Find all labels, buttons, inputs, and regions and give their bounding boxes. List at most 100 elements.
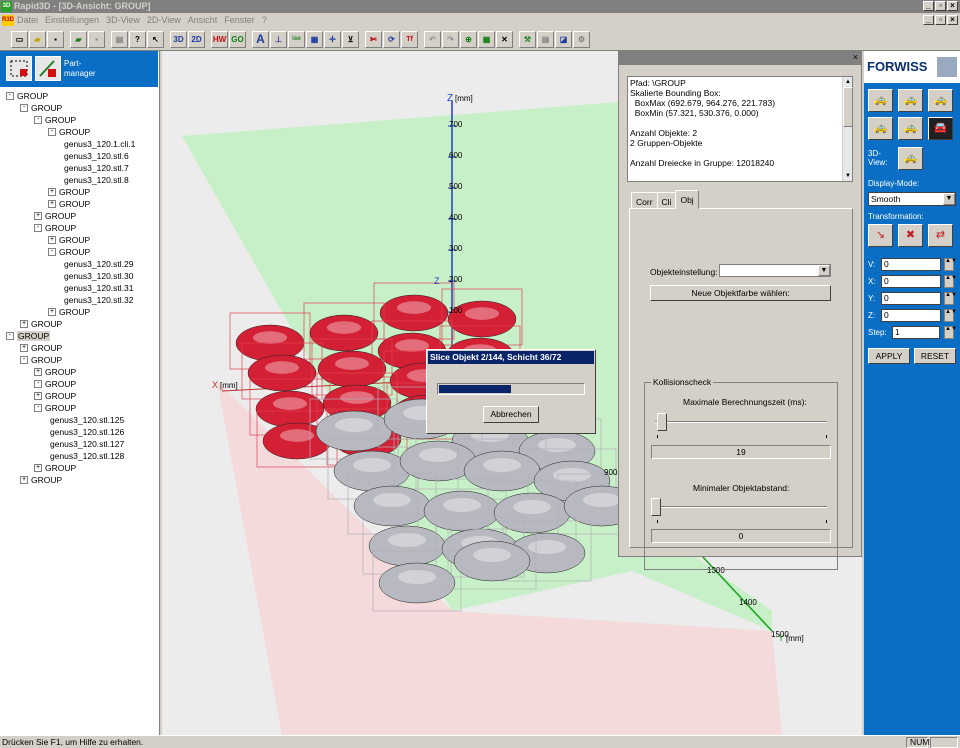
max-zeit-slider[interactable] — [657, 413, 667, 431]
field-input[interactable]: 0 — [881, 258, 941, 271]
iso-view-button[interactable]: iso — [288, 31, 305, 48]
tools-icon[interactable]: ⚒ — [519, 31, 536, 48]
expand-icon[interactable]: + — [20, 343, 28, 352]
menu-fenster[interactable]: Fenster — [224, 15, 255, 25]
text-tool-button[interactable]: A — [252, 31, 269, 48]
tree-item[interactable]: + GROUP — [20, 473, 62, 485]
export-icon[interactable]: ▪ — [88, 31, 105, 48]
tab-obj[interactable]: Obj — [675, 190, 699, 209]
tree-item[interactable]: - GROUP — [34, 221, 76, 233]
tree-item[interactable]: genus3_120.stl.128 — [50, 449, 124, 461]
tree-item[interactable]: - GROUP — [6, 329, 51, 341]
mdi-restore-button[interactable]: ▫ — [935, 15, 946, 25]
settings-icon[interactable]: ⚙ — [573, 31, 590, 48]
collapse-icon[interactable]: - — [34, 223, 42, 232]
tree-item[interactable]: + GROUP — [34, 389, 76, 401]
tree-item[interactable]: genus3_120.stl.30 — [64, 269, 133, 281]
tree-item[interactable]: genus3_120.stl.31 — [64, 281, 133, 293]
view-iso-icon[interactable]: 🚕 — [898, 147, 923, 170]
tree-item[interactable]: + GROUP — [20, 317, 62, 329]
close-button[interactable]: × — [947, 1, 958, 11]
tree-item[interactable]: - GROUP — [34, 113, 76, 125]
align-icon[interactable]: ⊻ — [342, 31, 359, 48]
save-icon[interactable]: ▪ — [47, 31, 64, 48]
delete-icon[interactable]: ✕ — [496, 31, 513, 48]
scale-icon[interactable]: ⇄ — [928, 224, 953, 247]
menu-einstellungen[interactable]: Einstellungen — [45, 15, 99, 25]
expand-icon[interactable]: + — [48, 235, 56, 244]
scroll-thumb[interactable] — [843, 87, 853, 127]
apply-button[interactable]: APPLY — [868, 348, 910, 364]
tree-item[interactable]: genus3_120.stl.8 — [64, 173, 129, 185]
tree-item[interactable]: + GROUP — [34, 209, 76, 221]
tree-item[interactable]: - GROUP — [6, 89, 48, 101]
tree-item[interactable]: genus3_120.stl.126 — [50, 425, 124, 437]
collapse-icon[interactable]: - — [6, 331, 14, 340]
tree-item[interactable]: + GROUP — [34, 461, 76, 473]
view-front-icon[interactable]: 🚕 — [868, 89, 893, 112]
neue-objektfarbe-button[interactable]: Neue Objektfarbe wählen: — [650, 285, 831, 301]
menu-datei[interactable]: Datei — [17, 15, 38, 25]
expand-icon[interactable]: + — [34, 211, 42, 220]
tree-item[interactable]: genus3_120.stl.6 — [64, 149, 129, 161]
expand-icon[interactable]: + — [48, 307, 56, 316]
expand-icon[interactable]: + — [20, 475, 28, 484]
hw-button[interactable]: HW — [211, 31, 228, 48]
spin-arrows-icon[interactable]: ▲▼ — [944, 326, 957, 339]
transform-icon[interactable]: ⟳ — [383, 31, 400, 48]
rotate-icon[interactable]: ✖ — [898, 224, 923, 247]
collapse-icon[interactable]: - — [48, 247, 56, 256]
measure-icon[interactable]: ⊥ — [270, 31, 287, 48]
layers-icon[interactable]: ▦ — [306, 31, 323, 48]
new-file-icon[interactable]: ▭ — [11, 31, 28, 48]
view-top-icon[interactable]: 🚕 — [928, 89, 953, 112]
tab-corr[interactable]: Corr — [631, 192, 658, 209]
tree-item[interactable]: + GROUP — [34, 365, 76, 377]
expand-icon[interactable]: + — [34, 391, 42, 400]
scroll-up-icon[interactable]: ▲ — [843, 77, 853, 87]
tree-item[interactable]: genus3_120.stl.32 — [64, 293, 133, 305]
chevron-down-icon[interactable]: ▼ — [818, 265, 830, 276]
field-input[interactable]: 0 — [881, 309, 941, 322]
objekteinstellung-select[interactable]: ▼ — [719, 264, 831, 277]
expand-icon[interactable]: + — [48, 199, 56, 208]
cut-icon[interactable]: ✄ — [365, 31, 382, 48]
redo-icon[interactable]: ↷ — [442, 31, 459, 48]
table-icon[interactable]: ▤ — [537, 31, 554, 48]
min-abstand-slider[interactable] — [651, 498, 661, 516]
collapse-icon[interactable]: - — [48, 127, 56, 136]
view-2d-button[interactable]: 2D — [188, 31, 205, 48]
collapse-icon[interactable]: - — [34, 115, 42, 124]
tab-cli[interactable]: Cli — [656, 192, 677, 209]
chevron-down-icon[interactable]: ▼ — [943, 193, 955, 205]
view-3d-button[interactable]: 3D — [170, 31, 187, 48]
spin-arrows-icon[interactable]: ▲▼ — [944, 275, 957, 288]
collapse-icon[interactable]: - — [34, 403, 42, 412]
tree-item[interactable]: - GROUP — [34, 401, 76, 413]
move-icon[interactable]: ✛ — [324, 31, 341, 48]
help-icon[interactable]: ? — [129, 31, 146, 48]
text-format-button[interactable]: Tf — [401, 31, 418, 48]
slice-icon[interactable]: ◪ — [555, 31, 572, 48]
spin-arrows-icon[interactable]: ▲▼ — [944, 309, 957, 322]
tree-item[interactable]: - GROUP — [20, 353, 62, 365]
tree-item[interactable]: - GROUP — [48, 125, 90, 137]
view-bottom-icon[interactable]: 🚘 — [928, 117, 953, 140]
tree-item[interactable]: + GROUP — [48, 197, 90, 209]
spin-arrows-icon[interactable]: ▲▼ — [944, 292, 957, 305]
collapse-icon[interactable]: - — [20, 103, 28, 112]
view-back-icon[interactable]: 🚕 — [868, 117, 893, 140]
select-parts-icon[interactable] — [6, 56, 32, 81]
spin-arrows-icon[interactable]: ▲▼ — [944, 258, 957, 271]
open-folder-icon[interactable]: ▰ — [29, 31, 46, 48]
tree-item[interactable]: genus3_120.stl.127 — [50, 437, 124, 449]
expand-icon[interactable]: + — [34, 367, 42, 376]
collapse-icon[interactable]: - — [6, 91, 14, 100]
go-button[interactable]: GO — [229, 31, 246, 48]
tree-item[interactable]: genus3_120.stl.29 — [64, 257, 133, 269]
tree-item[interactable]: + GROUP — [48, 233, 90, 245]
field-input[interactable]: 0 — [881, 292, 941, 305]
expand-icon[interactable]: + — [34, 463, 42, 472]
tree-item[interactable]: - GROUP — [48, 245, 90, 257]
field-input[interactable]: 0 — [881, 275, 941, 288]
